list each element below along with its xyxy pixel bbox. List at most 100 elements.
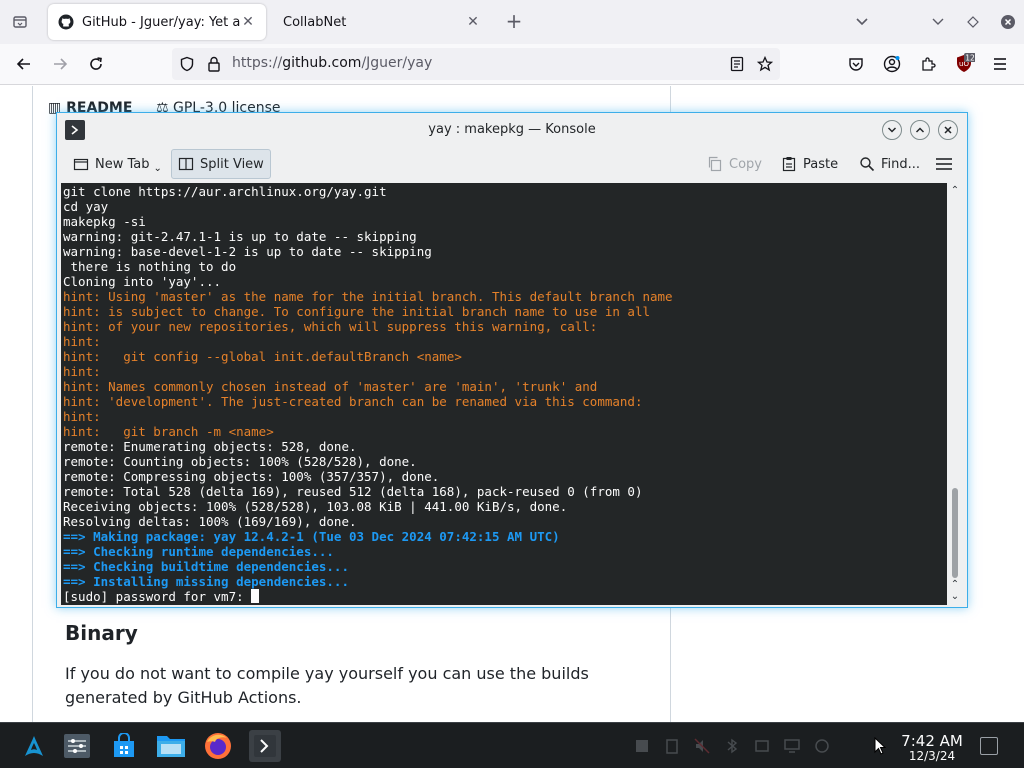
close-window-icon[interactable] [996,10,1020,34]
terminal-line: remote: Total 528 (delta 169), reused 51… [63,484,643,499]
terminal-line: hint: git config --global init.defaultBr… [63,349,462,364]
terminal-scrollbar[interactable]: ⌃ ⌃ ⌄ [947,183,963,605]
terminal-line: hint: 'development'. The just-created br… [63,394,643,409]
forward-arrow-icon[interactable] [46,52,74,76]
terminal-line: hint: Using 'master' as the name for the… [63,289,673,304]
new-tab-icon [73,158,89,171]
copy-icon [708,156,722,172]
paste-icon [782,157,796,172]
terminal-line: remote: Counting objects: 100% (528/528)… [63,454,417,469]
bluetooth-icon[interactable] [724,738,740,754]
shield-icon[interactable] [178,56,196,72]
reload-icon[interactable] [82,52,110,76]
hamburger-menu-icon[interactable] [986,52,1014,76]
close-icon[interactable] [938,120,958,140]
url-path: /Jguer/yay [361,55,433,71]
scroll-down-icon[interactable]: ⌄ [947,591,963,603]
find-button[interactable]: Find... [853,149,926,179]
list-all-tabs-icon[interactable] [850,10,874,34]
arch-linux-launcher-icon[interactable] [18,730,50,762]
tab-collabnet[interactable]: CollabNet ✕ [273,4,491,40]
file-manager-icon[interactable] [155,730,187,762]
split-view-label: Split View [200,156,264,172]
extensions-icon[interactable] [914,52,942,76]
binary-heading: Binary [65,621,138,645]
bookmark-star-icon[interactable] [756,56,774,72]
minimize-window-icon[interactable] [926,10,950,34]
sudo-password-prompt: [sudo] password for vm7: [63,589,252,604]
lock-icon[interactable] [205,56,223,72]
storage-icon[interactable] [754,738,770,754]
scrollbar-thumb[interactable] [952,488,958,578]
clock-time[interactable]: 7:42 AM [888,732,976,750]
account-icon[interactable] [878,52,906,76]
discover-store-icon[interactable] [108,730,140,762]
paste-button[interactable]: Paste [775,149,844,179]
tab-github[interactable]: GitHub - Jguer/yay: Yet an ✕ [48,4,266,40]
new-tab-label: New Tab [95,156,150,172]
chevron-up-icon[interactable] [910,120,930,140]
paste-label: Paste [803,156,839,172]
volume-muted-icon[interactable] [694,738,710,754]
konsole-toolbar: New Tab ⌄ Split View Copy Paste Find... [57,147,967,183]
back-arrow-icon[interactable] [10,52,38,76]
copy-button[interactable]: Copy [701,149,768,179]
url-text[interactable]: https://github.com/Jguer/yay [232,55,432,71]
split-view-button[interactable]: Split View [171,149,271,179]
system-settings-icon[interactable] [61,730,93,762]
terminal-line: Receiving objects: 100% (528/528), 103.0… [63,499,568,514]
tray-icon[interactable] [634,738,650,754]
chevron-down-icon: ⌄ [153,162,162,174]
close-tab-icon[interactable]: ✕ [465,14,481,30]
terminal-line: hint: git branch -m <name> [63,424,274,439]
terminal-line: ==> Checking runtime dependencies... [63,544,334,559]
clipboard-icon[interactable] [664,738,680,754]
new-tab-button[interactable]: + [502,10,526,34]
terminal-output[interactable]: git clone https://aur.archlinux.org/yay.… [61,183,947,605]
new-tab-button[interactable]: New Tab ⌄ [67,149,168,179]
terminal-line: warning: base-devel-1-2 is up to date --… [63,244,432,259]
clock-date[interactable]: 12/3/24 [888,749,976,763]
hamburger-menu-icon[interactable] [929,149,965,179]
terminal-line: hint: of your new repositories, which wi… [63,319,598,334]
binary-paragraph: If you do not want to compile yay yourse… [65,664,589,707]
show-desktop-button[interactable] [980,737,998,755]
extension-badge: 12 [965,54,975,63]
konsole-titlebar[interactable]: yay : makepkg — Konsole [57,113,967,147]
tab-title: CollabNet [283,14,347,30]
browser-nav-bar: https://github.com/Jguer/yay uO 12 [0,44,1024,85]
github-icon [58,14,74,30]
copy-label: Copy [729,156,762,172]
terminal-line: warning: git-2.47.1-1 is up to date -- s… [63,229,417,244]
network-icon[interactable] [814,738,830,754]
tab-list-icon[interactable] [8,10,32,34]
pocket-icon[interactable] [842,52,870,76]
konsole-window: yay : makepkg — Konsole New Tab ⌄ Split … [56,112,968,608]
scroll-up-icon[interactable]: ⌃ [947,185,963,197]
display-icon[interactable] [784,738,800,754]
terminal-line: hint: is subject to change. To configure… [63,304,650,319]
terminal-line: there is nothing to do [63,259,237,274]
maximize-window-icon[interactable] [961,10,985,34]
terminal-line: hint: [63,334,101,349]
close-tab-icon[interactable]: ✕ [240,14,256,30]
browser-tab-bar: GitHub - Jguer/yay: Yet an ✕ CollabNet ✕… [0,0,1024,44]
firefox-icon[interactable] [202,730,234,762]
konsole-taskbar-icon[interactable] [249,730,281,762]
chevron-down-icon[interactable] [882,120,902,140]
terminal-line: remote: Enumerating objects: 528, done. [63,439,357,454]
terminal-line: ==> Checking buildtime dependencies... [63,559,349,574]
find-label: Find... [881,156,921,172]
split-view-icon [178,157,194,171]
scroll-up-icon[interactable]: ⌃ [947,579,963,591]
url-bar[interactable]: https://github.com/Jguer/yay [172,48,780,80]
terminal-line: hint: [63,364,101,379]
divider [32,86,33,722]
terminal-prompt-line[interactable]: [sudo] password for vm7: [63,589,945,604]
ublock-origin-icon[interactable]: uO 12 [950,52,978,76]
search-icon [860,157,875,172]
terminal-line: hint: Names commonly chosen instead of '… [63,379,598,394]
terminal-line: ==> Making package: yay 12.4.2-1 (Tue 03… [63,529,560,544]
reader-view-icon[interactable] [728,56,746,72]
terminal-line: cd yay [63,199,109,214]
